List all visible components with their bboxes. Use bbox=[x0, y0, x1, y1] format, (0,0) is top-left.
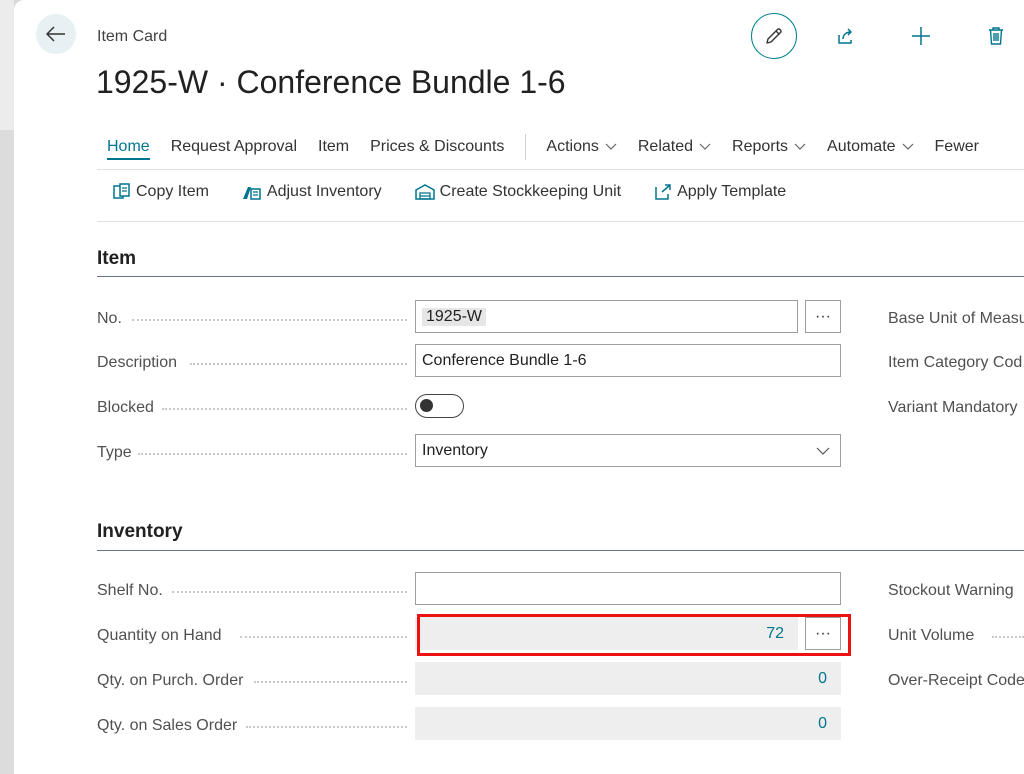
copy-icon bbox=[113, 183, 130, 199]
adjust-inventory-action[interactable]: Adjust Inventory bbox=[241, 183, 382, 201]
dot-leader bbox=[254, 681, 407, 683]
quantity-on-hand-label: Quantity on Hand bbox=[97, 627, 222, 644]
shelf-no-label: Shelf No. bbox=[97, 582, 163, 599]
apply-template-label: Apply Template bbox=[677, 183, 787, 200]
share-icon bbox=[838, 28, 852, 44]
qty-sales-order-label: Qty. on Sales Order bbox=[97, 717, 238, 734]
back-button[interactable] bbox=[36, 14, 76, 54]
apply-template-icon bbox=[655, 184, 671, 200]
edit-button[interactable] bbox=[751, 13, 797, 59]
qty-purch-order-value: 0 bbox=[818, 669, 827, 687]
top-actions bbox=[751, 13, 797, 59]
description-label: Description bbox=[97, 354, 178, 371]
quantity-on-hand-value: 72 bbox=[766, 624, 784, 642]
copy-item-label: Copy Item bbox=[136, 183, 209, 200]
description-value: Conference Bundle 1-6 bbox=[422, 351, 587, 369]
no-assist-button[interactable]: ··· bbox=[805, 300, 841, 333]
tab-home[interactable]: Home bbox=[107, 138, 150, 160]
nav-separator bbox=[525, 134, 527, 160]
promoted-actions: Copy Item Adjust Inventory Create Stockk… bbox=[112, 183, 786, 201]
pencil-icon bbox=[766, 28, 782, 44]
page-caption: Item Card bbox=[97, 28, 168, 45]
plus-icon bbox=[912, 27, 930, 45]
quantity-on-hand-drilldown[interactable]: ··· bbox=[805, 617, 841, 650]
dot-leader bbox=[138, 453, 407, 455]
adjust-inventory-icon bbox=[242, 187, 261, 200]
apply-template-action[interactable]: Apply Template bbox=[653, 183, 786, 201]
qty-purch-order-label: Qty. on Purch. Order bbox=[97, 672, 244, 689]
base-unit-label: Base Unit of Measu bbox=[888, 310, 1024, 327]
delete-button[interactable] bbox=[981, 21, 1011, 51]
chevron-down-icon bbox=[794, 143, 806, 150]
dot-leader bbox=[162, 408, 407, 410]
variant-mandatory-label: Variant Mandatory bbox=[888, 399, 1018, 416]
inventory-section-title[interactable]: Inventory bbox=[97, 521, 183, 543]
adjust-inventory-label: Adjust Inventory bbox=[266, 183, 382, 200]
blocked-toggle[interactable] bbox=[415, 394, 464, 418]
action-bar: Home Request Approval Item Prices & Disc… bbox=[107, 134, 1000, 160]
quantity-on-hand-field[interactable]: 72 bbox=[415, 617, 798, 650]
menu-automate[interactable]: Automate bbox=[827, 138, 913, 156]
menu-actions[interactable]: Actions bbox=[546, 138, 617, 156]
create-sku-label: Create Stockkeeping Unit bbox=[439, 183, 622, 200]
type-value: Inventory bbox=[422, 441, 488, 459]
no-label: No. bbox=[97, 310, 122, 327]
toggle-knob bbox=[420, 399, 433, 412]
dot-leader bbox=[172, 591, 407, 593]
type-select[interactable]: Inventory bbox=[415, 434, 841, 467]
dot-leader bbox=[992, 636, 1024, 638]
item-card-page: Item Card 1925-W · Conference Bundle 1-6… bbox=[14, 0, 1024, 774]
menu-related[interactable]: Related bbox=[638, 138, 711, 156]
nav-divider bbox=[97, 169, 1024, 170]
description-field[interactable]: Conference Bundle 1-6 bbox=[415, 344, 841, 377]
menu-reports[interactable]: Reports bbox=[732, 138, 806, 156]
inventory-section-divider bbox=[97, 550, 1024, 551]
tab-prices-discounts[interactable]: Prices & Discounts bbox=[370, 138, 504, 156]
menu-reports-label: Reports bbox=[732, 138, 789, 155]
arrow-left-icon bbox=[46, 26, 65, 42]
menu-actions-label: Actions bbox=[546, 138, 599, 155]
shelf-no-field[interactable] bbox=[415, 572, 841, 605]
trash-icon bbox=[989, 27, 1003, 45]
background-strip bbox=[0, 0, 14, 774]
dot-leader bbox=[190, 363, 407, 365]
chevron-down-icon bbox=[816, 447, 830, 455]
dot-leader bbox=[132, 319, 407, 321]
share-button[interactable] bbox=[831, 21, 861, 51]
page-title: 1925-W · Conference Bundle 1-6 bbox=[96, 64, 566, 100]
no-value: 1925-W bbox=[422, 307, 487, 326]
qty-sales-order-value: 0 bbox=[818, 714, 827, 732]
unit-volume-label: Unit Volume bbox=[888, 627, 975, 644]
tab-item[interactable]: Item bbox=[318, 138, 349, 156]
blocked-label: Blocked bbox=[97, 399, 154, 416]
no-field[interactable]: 1925-W bbox=[415, 300, 798, 333]
over-receipt-code-label: Over-Receipt Code bbox=[888, 672, 1024, 689]
item-section-title[interactable]: Item bbox=[97, 248, 136, 270]
background-strip-top bbox=[0, 0, 14, 130]
dot-leader bbox=[240, 636, 407, 638]
create-sku-action[interactable]: Create Stockkeeping Unit bbox=[414, 183, 621, 201]
item-section-divider bbox=[97, 276, 1024, 277]
tab-request-approval[interactable]: Request Approval bbox=[171, 138, 297, 156]
dot-leader bbox=[246, 726, 407, 728]
actions-divider bbox=[97, 221, 1024, 222]
qty-purch-order-field[interactable]: 0 bbox=[415, 662, 841, 695]
item-category-label: Item Category Cod bbox=[888, 354, 1023, 371]
warehouse-icon bbox=[414, 184, 435, 200]
menu-fewer[interactable]: Fewer bbox=[935, 138, 979, 156]
chevron-down-icon bbox=[605, 143, 617, 150]
chevron-down-icon bbox=[699, 143, 711, 150]
stockout-warning-label: Stockout Warning bbox=[888, 582, 1014, 599]
copy-item-action[interactable]: Copy Item bbox=[112, 183, 209, 201]
chevron-down-icon bbox=[902, 143, 913, 150]
qty-sales-order-field[interactable]: 0 bbox=[415, 707, 841, 740]
menu-automate-label: Automate bbox=[827, 138, 896, 155]
type-label: Type bbox=[97, 444, 132, 461]
new-button[interactable] bbox=[906, 21, 936, 51]
menu-related-label: Related bbox=[637, 138, 694, 155]
